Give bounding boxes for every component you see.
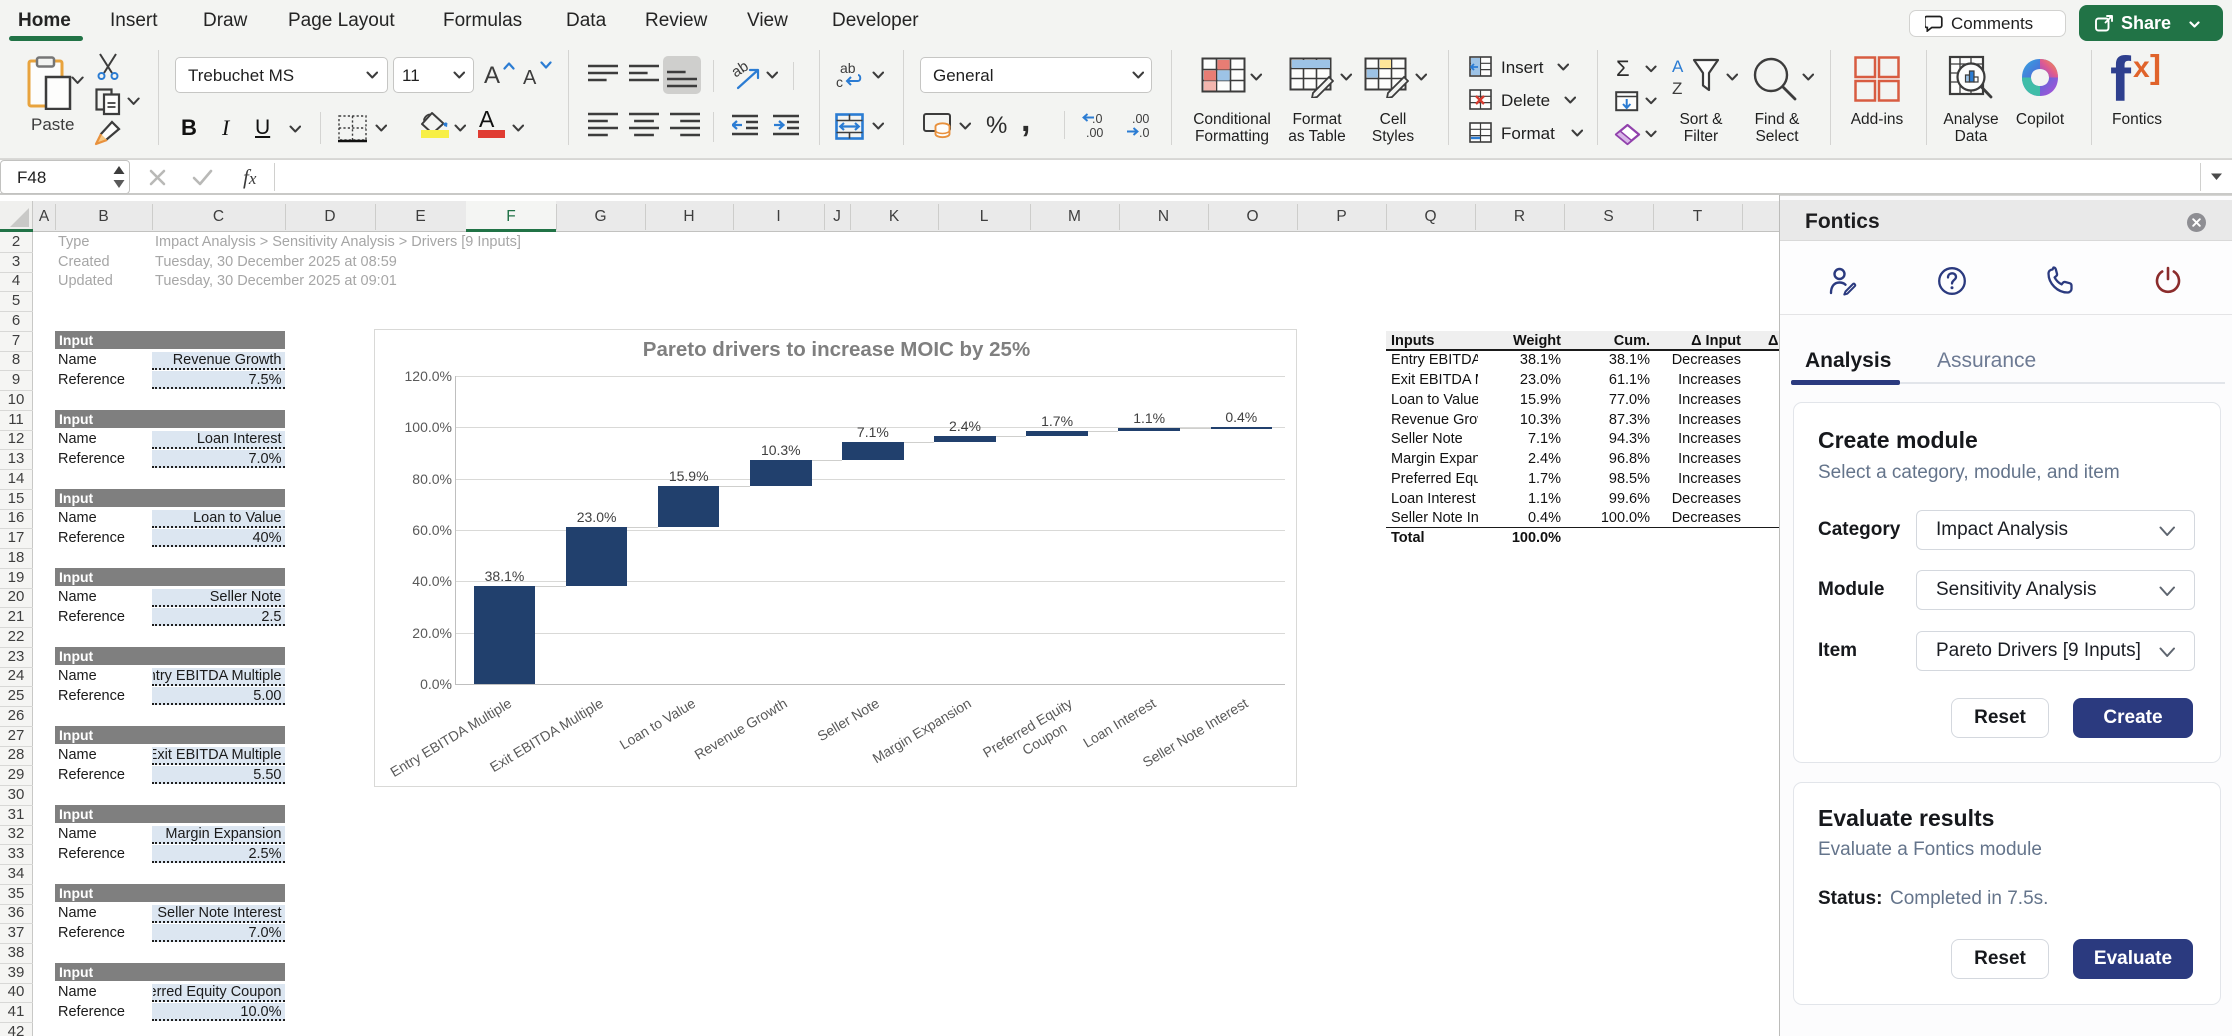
svg-text:c: c bbox=[836, 74, 843, 90]
svg-text:A: A bbox=[1672, 57, 1684, 76]
svg-text:Z: Z bbox=[1672, 79, 1682, 98]
